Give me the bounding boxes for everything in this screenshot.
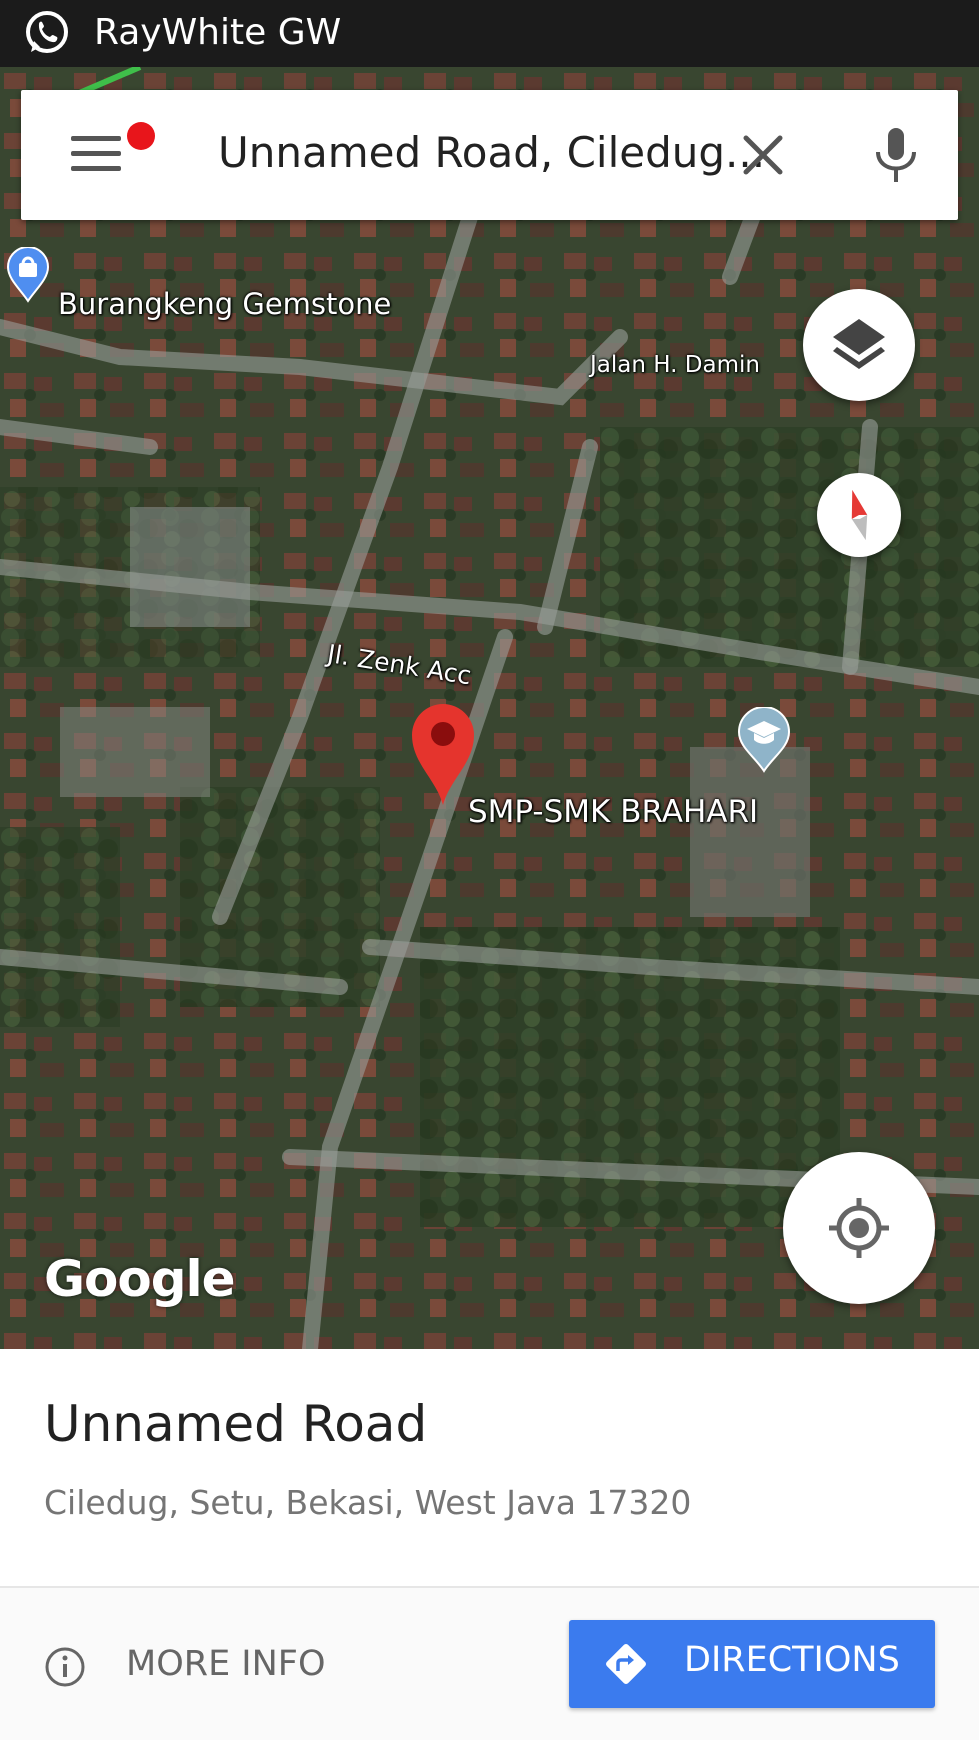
compass-icon [851, 489, 868, 541]
google-attribution: Google [44, 1250, 236, 1308]
info-icon [45, 1647, 85, 1687]
directions-button[interactable]: DIRECTIONS [569, 1620, 935, 1708]
my-location-icon [829, 1198, 889, 1258]
poi-label-gemstone[interactable]: Burangkeng Gemstone [58, 287, 391, 321]
place-title: Unnamed Road [44, 1395, 428, 1453]
poi-label-school[interactable]: SMP-SMK BRAHARI [468, 794, 758, 830]
shopping-bag-icon[interactable] [6, 247, 50, 303]
hamburger-menu-icon [71, 136, 121, 141]
directions-icon [606, 1644, 646, 1684]
whatsapp-icon [26, 11, 68, 53]
microphone-icon[interactable] [866, 124, 926, 186]
more-info-button[interactable]: MORE INFO [44, 1612, 364, 1720]
location-pin-icon[interactable] [408, 699, 478, 807]
directions-label: DIRECTIONS [684, 1640, 900, 1680]
search-query[interactable]: Unnamed Road, Ciledug... [218, 126, 765, 180]
map-view[interactable]: Burangkeng Gemstone Jalan H. Damin Jl. Z… [0, 67, 979, 1349]
notification-dot [127, 122, 155, 150]
search-bar: Unnamed Road, Ciledug... [21, 90, 958, 220]
close-icon[interactable] [736, 128, 790, 182]
place-address: Ciledug, Setu, Bekasi, West Java 17320 [44, 1483, 692, 1522]
school-icon[interactable] [737, 707, 791, 773]
my-location-button[interactable] [783, 1152, 935, 1304]
status-bar: RayWhite GW [0, 0, 979, 67]
chat-title: RayWhite GW [94, 12, 342, 53]
layers-icon [833, 319, 885, 369]
menu-button[interactable] [71, 122, 155, 180]
layers-button[interactable] [803, 289, 915, 401]
compass-button[interactable] [817, 473, 901, 557]
more-info-label: MORE INFO [126, 1644, 326, 1684]
street-label-damin: Jalan H. Damin [590, 352, 760, 378]
